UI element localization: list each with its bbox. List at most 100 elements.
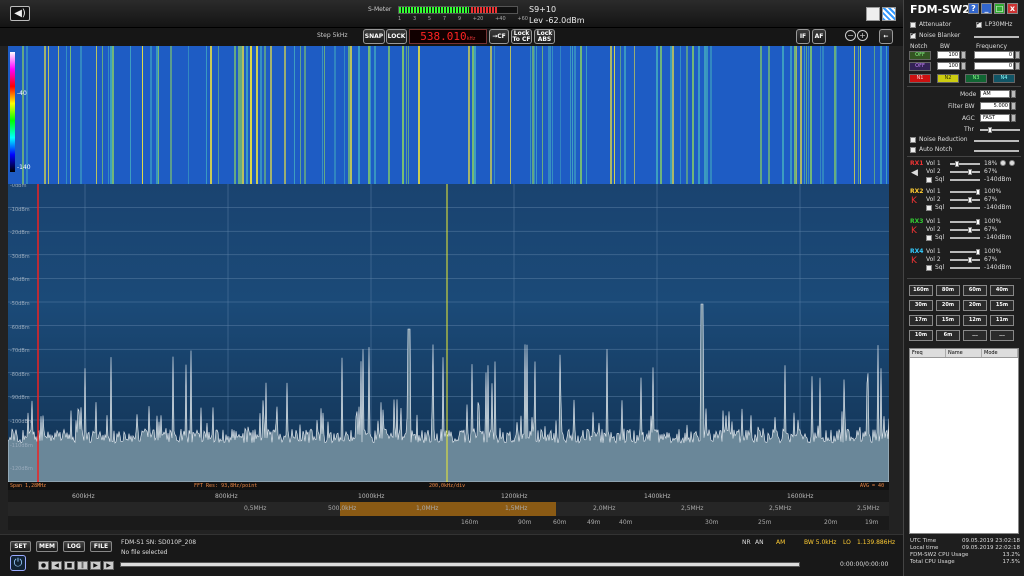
notch1-freq-spin[interactable] <box>1015 51 1020 59</box>
zoom-in-icon[interactable]: + <box>857 30 868 41</box>
playback-progress[interactable] <box>120 562 800 567</box>
auto-notch-checkbox[interactable] <box>910 147 916 153</box>
frequency-display[interactable]: 538.010kHz <box>409 29 487 44</box>
notch2-bw-input[interactable]: 100 <box>937 62 960 70</box>
band-button[interactable]: 80m <box>936 285 960 296</box>
notch2-freq-spin[interactable] <box>1015 62 1020 70</box>
name-column-header[interactable]: Name <box>946 349 982 357</box>
filter-bw-input[interactable]: 5.000 <box>980 102 1010 110</box>
lock-abs-button[interactable]: Lock ABS <box>534 29 555 44</box>
band-button[interactable]: 40m <box>990 285 1014 296</box>
rx4-vol2-slider[interactable] <box>950 259 980 261</box>
band-button[interactable]: 12m <box>963 315 987 326</box>
band-button[interactable]: 20m <box>936 300 960 311</box>
band-button[interactable]: 17m <box>909 315 933 326</box>
lock-button[interactable]: LOCK <box>386 29 407 44</box>
noise-blanker-slider[interactable] <box>974 36 1019 38</box>
n2-button[interactable]: N2 <box>937 74 959 83</box>
rx1-vol1-knob[interactable] <box>955 161 959 167</box>
af-button[interactable]: AF <box>812 29 826 44</box>
rx1-sql-checkbox[interactable] <box>926 177 932 183</box>
rx4-vol1-knob[interactable] <box>976 249 980 255</box>
band-button[interactable]: ... <box>990 330 1014 341</box>
mode-select[interactable]: AM <box>980 90 1010 98</box>
rx3-vol2-slider[interactable] <box>950 229 980 231</box>
record-button-icon[interactable]: ● <box>38 561 49 570</box>
mode-column-header[interactable]: Mode <box>982 349 1018 357</box>
rx1-vol2-slider[interactable] <box>950 171 980 173</box>
noise-blanker-checkbox[interactable] <box>910 30 916 39</box>
notch1-off-button[interactable]: OFF <box>909 51 931 60</box>
rx4-vol2-knob[interactable] <box>968 257 972 263</box>
step-label[interactable]: Step 5kHz <box>317 32 348 39</box>
notch1-freq-input[interactable]: 0 <box>974 51 1014 59</box>
minimize-icon[interactable]: _ <box>981 3 992 14</box>
notch1-bw-spin[interactable] <box>961 51 966 59</box>
rx1-left-icon[interactable] <box>1000 160 1006 166</box>
close-icon[interactable]: x <box>1007 3 1018 14</box>
band-button[interactable]: 20m <box>963 300 987 311</box>
notch2-freq-input[interactable]: 0 <box>974 62 1014 70</box>
rewind-icon[interactable]: ◀ <box>51 561 62 570</box>
auto-notch-slider[interactable] <box>974 150 1019 152</box>
maximize-icon[interactable]: □ <box>994 3 1005 14</box>
band-button[interactable]: 160m <box>909 285 933 296</box>
n1-button[interactable]: N1 <box>909 74 931 83</box>
rx4-sql-checkbox[interactable] <box>926 265 932 271</box>
collapse-arrow-icon[interactable]: ← <box>879 29 893 44</box>
filter-bw-spin[interactable] <box>1011 102 1016 110</box>
rx2-vol1-knob[interactable] <box>976 189 980 195</box>
rx4-label[interactable]: RX4 <box>910 248 923 255</box>
band-button[interactable]: 10m <box>909 330 933 341</box>
speaker-icon[interactable]: ◀) <box>10 6 30 21</box>
rx2-vol2-slider[interactable] <box>950 199 980 201</box>
band-button[interactable]: 15m <box>990 300 1014 311</box>
notch1-bw-input[interactable]: 100 <box>937 51 960 59</box>
band-button[interactable]: 60m <box>963 285 987 296</box>
stop-icon[interactable]: ■ <box>64 561 75 570</box>
rx2-label[interactable]: RX2 <box>910 188 923 195</box>
mem-button[interactable]: MEM <box>36 541 58 552</box>
rx3-speaker-icon[interactable]: K <box>911 227 920 236</box>
if-button[interactable]: IF <box>796 29 810 44</box>
to-cf-button[interactable]: →CF <box>489 29 509 44</box>
rx2-sql-checkbox[interactable] <box>926 205 932 211</box>
rx3-sql-checkbox[interactable] <box>926 235 932 241</box>
rx3-sql-slider[interactable] <box>950 237 980 239</box>
band-button[interactable]: 6m <box>936 330 960 341</box>
mode-dropdown-icon[interactable] <box>1011 90 1016 98</box>
rx1-sql-slider[interactable] <box>950 179 980 181</box>
agc-select[interactable]: FAST <box>980 114 1010 122</box>
rx3-vol1-knob[interactable] <box>976 219 980 225</box>
lp30-checkbox[interactable] <box>976 19 982 28</box>
n3-button[interactable]: N3 <box>965 74 987 83</box>
n4-button[interactable]: N4 <box>993 74 1015 83</box>
notch2-bw-spin[interactable] <box>961 62 966 70</box>
grid-icon[interactable] <box>882 7 896 21</box>
snap-button[interactable]: SNAP <box>363 29 385 44</box>
rx1-label[interactable]: RX1 <box>910 160 923 167</box>
rx3-label[interactable]: RX3 <box>910 218 923 225</box>
notch2-off-button[interactable]: OFF <box>909 62 931 71</box>
set-button[interactable]: SET <box>10 541 31 552</box>
record-icon[interactable] <box>866 7 880 21</box>
agc-dropdown-icon[interactable] <box>1011 114 1016 122</box>
rx4-speaker-icon[interactable]: K <box>911 257 920 266</box>
zoom-out-icon[interactable]: − <box>845 30 856 41</box>
forward-icon[interactable]: ▶ <box>103 561 114 570</box>
freq-column-header[interactable]: Freq <box>910 349 946 357</box>
thr-knob[interactable] <box>988 127 992 133</box>
rx3-vol2-knob[interactable] <box>968 227 972 233</box>
rx1-right-icon[interactable] <box>1009 160 1015 166</box>
rx1-vol2-knob[interactable] <box>968 169 972 175</box>
band-button[interactable]: 30m <box>909 300 933 311</box>
band-button[interactable]: 15m <box>936 315 960 326</box>
power-icon[interactable]: ⏻ <box>10 555 26 571</box>
memory-table[interactable]: Freq Name Mode <box>909 348 1019 534</box>
log-button[interactable]: LOG <box>63 541 85 552</box>
band-button[interactable]: 11m <box>990 315 1014 326</box>
noise-reduction-checkbox[interactable] <box>910 137 916 143</box>
lock-to-cf-button[interactable]: Lock To CF <box>511 29 532 44</box>
thr-slider[interactable] <box>980 129 1020 131</box>
play-icon[interactable]: ▶ <box>90 561 101 570</box>
